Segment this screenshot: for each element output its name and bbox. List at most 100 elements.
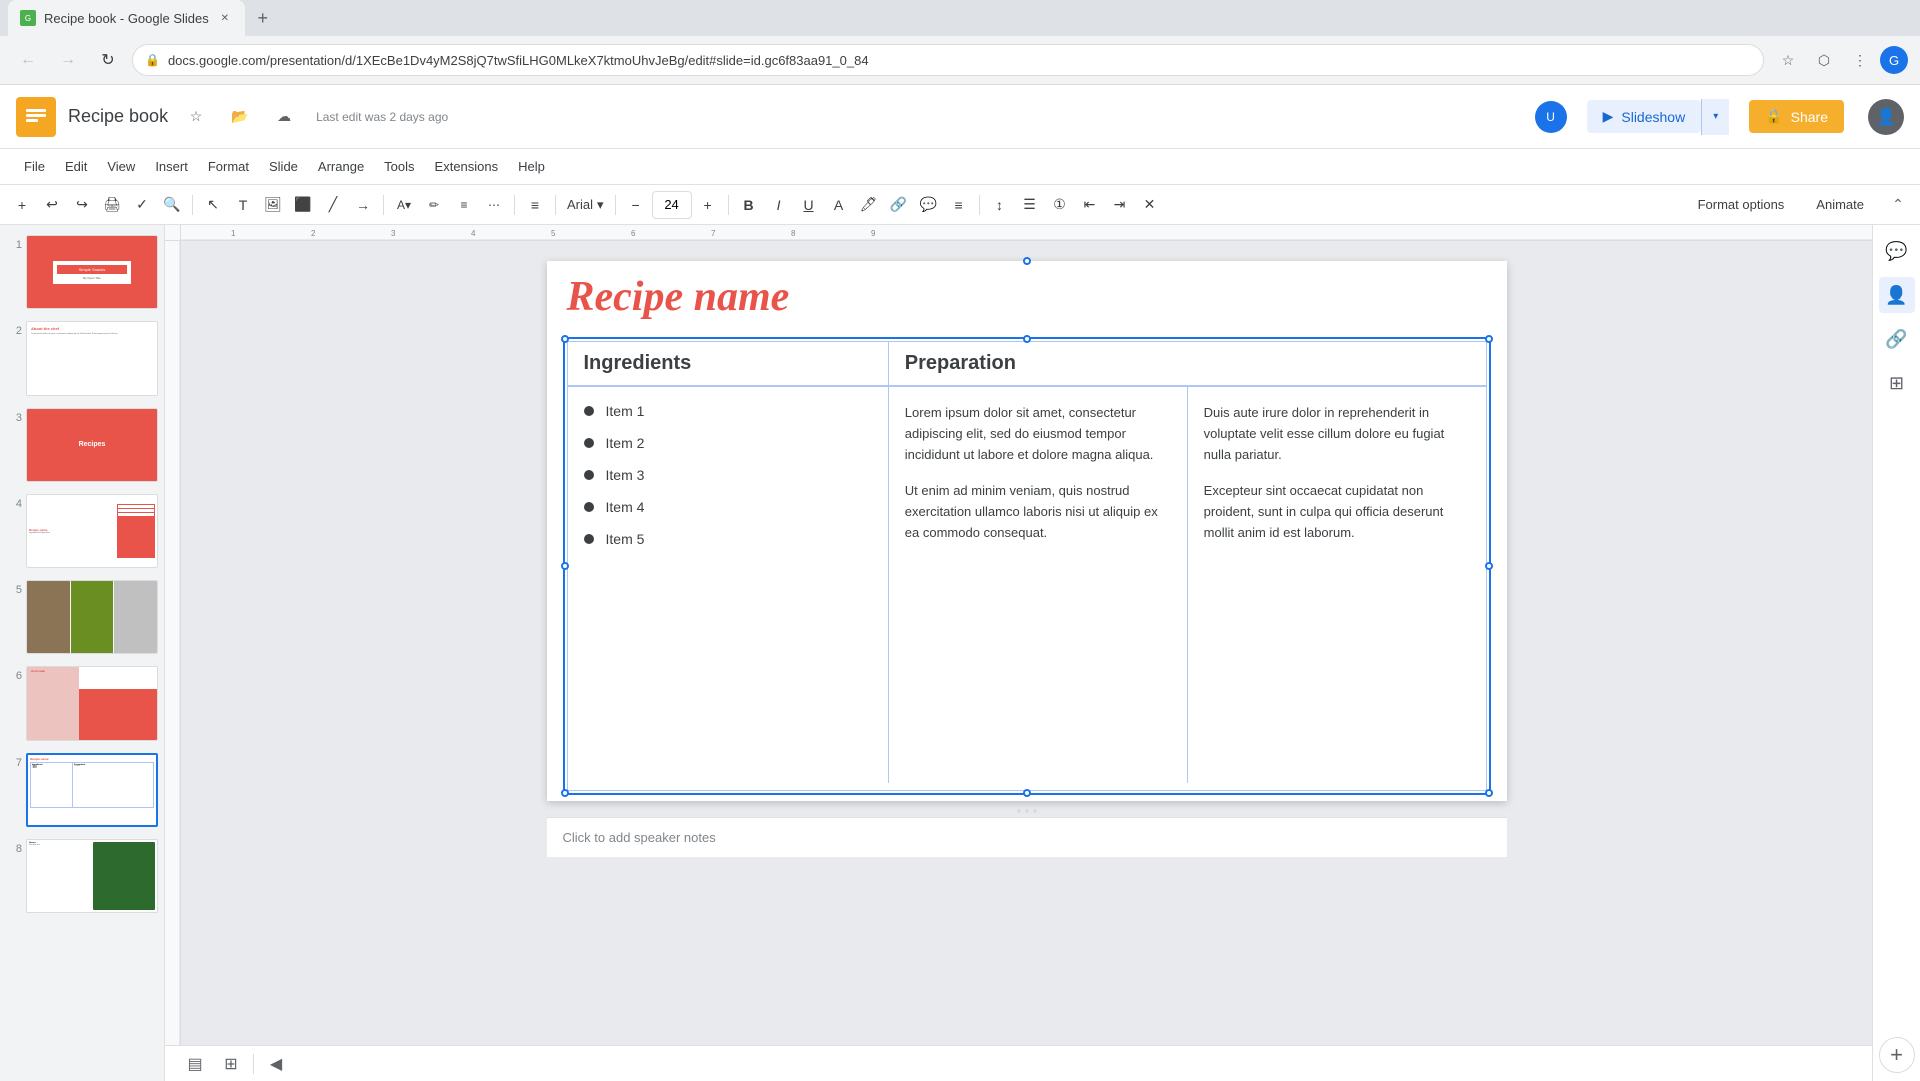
canvas-area: 1 2 3 4 5 6 7 8 9 — [165, 225, 1872, 1081]
sidebar-add-button[interactable]: + — [1879, 1037, 1915, 1073]
line-spacing-button[interactable]: ↕ — [986, 191, 1014, 219]
text-align-button[interactable]: ≡ — [945, 191, 973, 219]
border-dash-button[interactable]: ⋯ — [480, 191, 508, 219]
slide-thumb-3[interactable]: 3 Recipes — [4, 406, 160, 484]
filmstrip-view-button[interactable]: ▤ — [181, 1050, 209, 1078]
star-button[interactable]: ☆ — [180, 101, 212, 133]
new-tab-button[interactable]: + — [249, 4, 277, 32]
menu-format[interactable]: Format — [200, 155, 257, 178]
print-button[interactable]: 🖨 — [98, 191, 126, 219]
animate-button[interactable]: Animate — [1804, 193, 1876, 216]
extension-button[interactable]: ⬡ — [1808, 44, 1840, 76]
list-item-1: Item 1 — [584, 403, 872, 419]
background-color-button[interactable]: A▾ — [390, 191, 418, 219]
slide-thumb-1[interactable]: 1 Simple Snacks By Ryan Title — [4, 233, 160, 311]
prep-col1[interactable]: Lorem ipsum dolor sit amet, consectetur … — [889, 387, 1188, 783]
browser-menu-button[interactable]: ⋮ — [1844, 44, 1876, 76]
menu-view[interactable]: View — [99, 155, 143, 178]
ingredients-column[interactable]: Item 1 Item 2 Item 3 — [568, 387, 889, 783]
menu-file[interactable]: File — [16, 155, 53, 178]
indent-less-button[interactable]: ⇤ — [1076, 191, 1104, 219]
slide-canvas[interactable]: Recipe name Ingredients Preparation — [547, 261, 1507, 801]
shape-button[interactable]: ⬛ — [289, 191, 317, 219]
ingredients-header[interactable]: Ingredients — [568, 342, 889, 385]
line-button[interactable]: ╱ — [319, 191, 347, 219]
sidebar-icon-link[interactable]: 🔗 — [1879, 321, 1915, 357]
link-button[interactable]: 🔗 — [885, 191, 913, 219]
preparation-header[interactable]: Preparation — [889, 342, 1486, 385]
move-to-folder-button[interactable]: 📂 — [224, 101, 256, 133]
thumb-content-1: Simple Snacks By Ryan Title — [26, 235, 158, 309]
menu-extensions[interactable]: Extensions — [427, 155, 507, 178]
add-button[interactable]: + — [8, 191, 36, 219]
canvas-scroll[interactable]: Recipe name Ingredients Preparation — [181, 241, 1872, 1045]
undo-button[interactable]: ↩ — [38, 191, 66, 219]
reload-button[interactable]: ↻ — [92, 44, 124, 76]
font-size-control: − + — [622, 191, 722, 219]
font-size-increase[interactable]: + — [694, 191, 722, 219]
back-button[interactable]: ← — [12, 44, 44, 76]
slide-panel: 1 Simple Snacks By Ryan Title 2 About th… — [0, 225, 165, 1081]
slide-thumb-5[interactable]: 5 — [4, 578, 160, 656]
cursor-button[interactable]: ↖ — [199, 191, 227, 219]
arrow-button[interactable]: → — [349, 191, 377, 219]
slideshow-dropdown-button[interactable]: ▾ — [1701, 99, 1729, 135]
sidebar-icon-person[interactable]: 👤 — [1879, 277, 1915, 313]
grid-view-button[interactable]: ⊞ — [217, 1050, 245, 1078]
profile-button[interactable]: G — [1880, 46, 1908, 74]
indent-more-button[interactable]: ⇥ — [1106, 191, 1134, 219]
slide-thumb-4[interactable]: 4 Recipe name Ingredients Preparation — [4, 492, 160, 570]
text-color-button[interactable]: A — [825, 191, 853, 219]
bullets-button[interactable]: ☰ — [1016, 191, 1044, 219]
slide-thumb-6[interactable]: 6 RECIPE NAME — [4, 664, 160, 742]
image-button[interactable]: 🖼 — [259, 191, 287, 219]
bookmark-button[interactable]: ☆ — [1772, 44, 1804, 76]
tab-bar: G Recipe book - Google Slides ✕ + — [0, 0, 1920, 36]
user-avatar[interactable]: 👤 — [1868, 99, 1904, 135]
align-button[interactable]: ≡ — [521, 191, 549, 219]
clear-format-button[interactable]: ✕ — [1136, 191, 1164, 219]
comment-button[interactable]: 💬 — [915, 191, 943, 219]
prep-col2[interactable]: Duis aute irure dolor in reprehenderit i… — [1188, 387, 1486, 783]
cloud-save-button[interactable]: ☁ — [268, 101, 300, 133]
italic-button[interactable]: I — [765, 191, 793, 219]
textbox-button[interactable]: T — [229, 191, 257, 219]
recipe-table-outer[interactable]: Ingredients Preparation — [567, 341, 1487, 791]
tab-close-button[interactable]: ✕ — [217, 10, 233, 26]
collapse-toolbar-button[interactable]: ⌃ — [1884, 191, 1912, 219]
collapse-panel-button[interactable]: ◀ — [262, 1050, 290, 1078]
font-size-input[interactable] — [652, 191, 692, 219]
speaker-notes[interactable]: Click to add speaker notes — [547, 817, 1507, 857]
line-weight-button[interactable]: ≡ — [450, 191, 478, 219]
menu-edit[interactable]: Edit — [57, 155, 95, 178]
spelling-button[interactable]: ✓ — [128, 191, 156, 219]
numbered-list-button[interactable]: ① — [1046, 191, 1074, 219]
menu-arrange[interactable]: Arrange — [310, 155, 372, 178]
sidebar-icon-grid[interactable]: ⊞ — [1879, 365, 1915, 401]
menu-tools[interactable]: Tools — [376, 155, 422, 178]
menu-slide[interactable]: Slide — [261, 155, 306, 178]
highlight-button[interactable]: 🖊 — [855, 191, 883, 219]
share-button[interactable]: 🔒 Share — [1749, 100, 1844, 133]
address-bar[interactable]: 🔒 docs.google.com/presentation/d/1XEcBe1… — [132, 44, 1764, 76]
bold-button[interactable]: B — [735, 191, 763, 219]
zoom-button[interactable]: 🔍 — [158, 191, 186, 219]
active-tab[interactable]: G Recipe book - Google Slides ✕ — [8, 0, 245, 36]
line-color-button[interactable]: ✏ — [420, 191, 448, 219]
slide-thumb-2[interactable]: 2 About the chef Lorem ipsum dolor sit a… — [4, 319, 160, 397]
format-options-button[interactable]: Format options — [1686, 193, 1797, 216]
underline-button[interactable]: U — [795, 191, 823, 219]
sidebar-icon-chat[interactable]: 💬 — [1879, 233, 1915, 269]
collab-avatar: U — [1535, 101, 1567, 133]
redo-button[interactable]: ↪ — [68, 191, 96, 219]
forward-button[interactable]: → — [52, 44, 84, 76]
slideshow-button[interactable]: ▶ Slideshow — [1587, 100, 1702, 133]
slide-thumb-7[interactable]: 7 Recipe name Ingredients • Item 1• Item… — [4, 751, 160, 829]
recipe-name-text[interactable]: Recipe name — [567, 273, 1487, 321]
slide-thumb-8[interactable]: 8 Greens Description text... — [4, 837, 160, 915]
menu-insert[interactable]: Insert — [147, 155, 196, 178]
menu-help[interactable]: Help — [510, 155, 553, 178]
thumb6-bg — [79, 689, 157, 740]
font-size-decrease[interactable]: − — [622, 191, 650, 219]
font-selector[interactable]: Arial ▾ — [562, 191, 609, 219]
